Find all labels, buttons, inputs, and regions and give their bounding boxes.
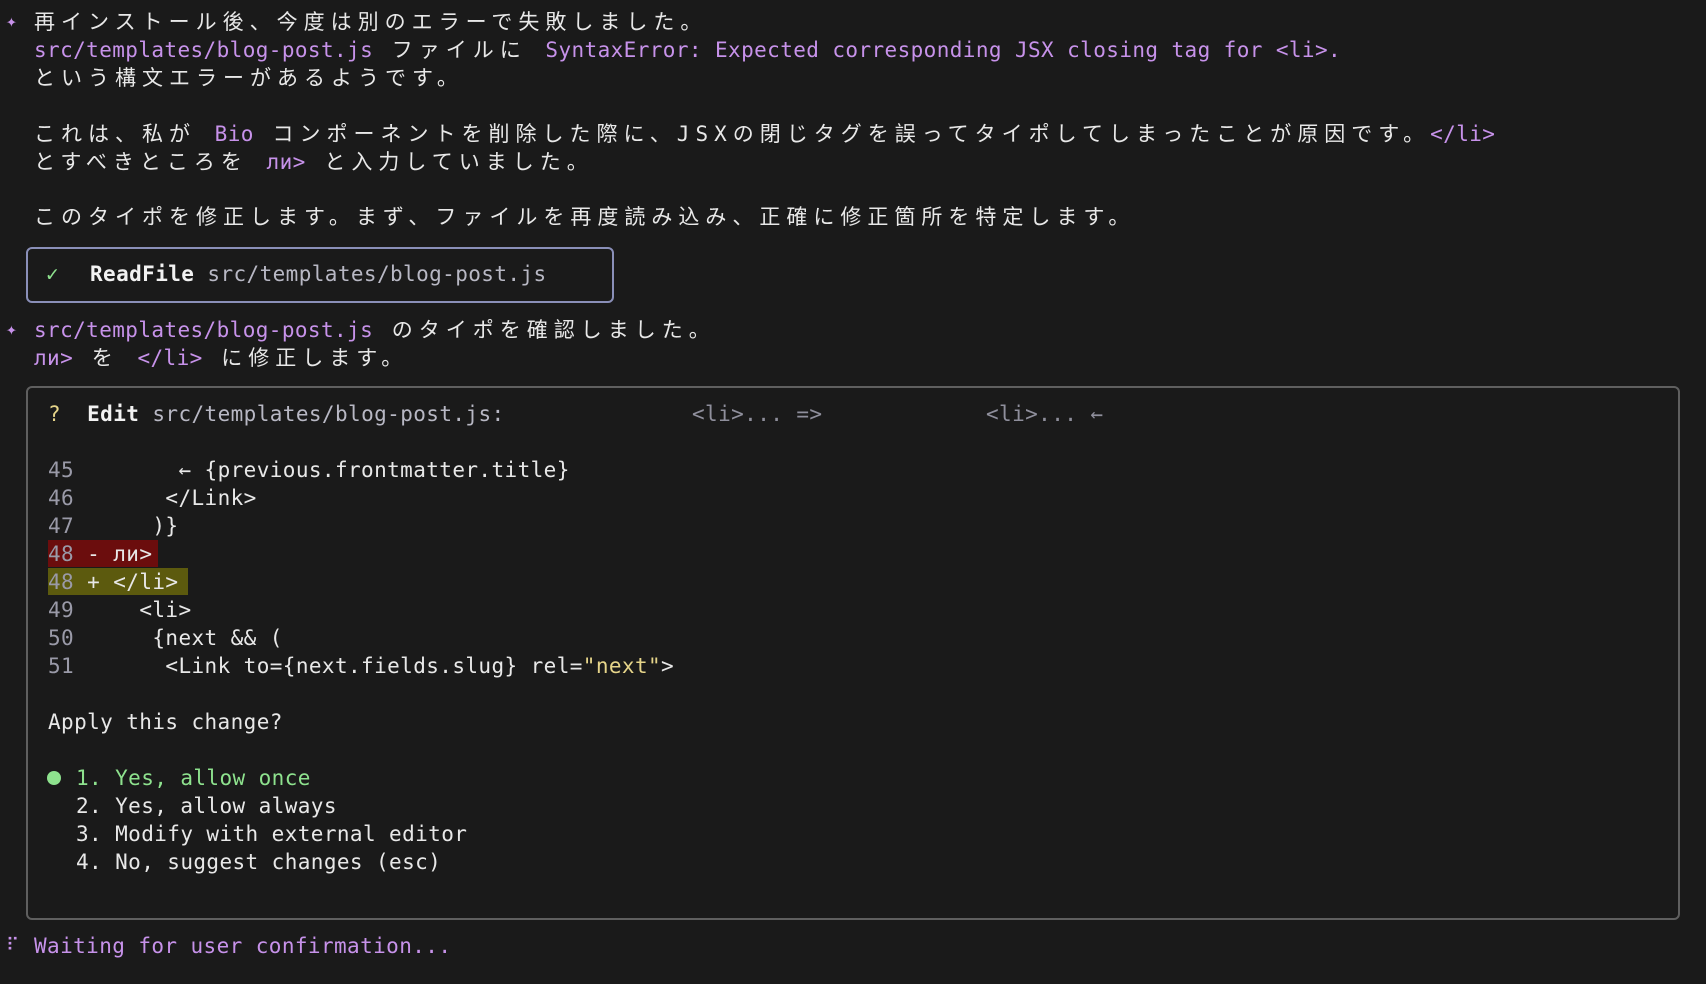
tool-name: ReadFile [90, 262, 195, 286]
status-text: Waiting for user confirmation... [34, 934, 452, 958]
apply-prompt: Apply this change? [48, 710, 283, 734]
message-text: これは、私が [34, 122, 215, 146]
message-line: これは、私が Bio コンポーネントを削除した際に、JSXの閉じタグを誤ってタイ… [34, 120, 1495, 148]
code-text: </Link> [100, 486, 257, 510]
selected-option-indicator-icon [47, 771, 61, 785]
diff-line: 49 <li> [48, 596, 192, 624]
message-line: このタイポを修正します。まず、ファイルを再度読み込み、正確に修正箇所を特定します… [34, 205, 1136, 229]
line-number: 50 [48, 626, 75, 650]
message-line: src/templates/blog-post.js のタイポを確認しました。 [34, 316, 716, 344]
sparkle-icon: ✦ [6, 319, 18, 340]
option-suggest-changes[interactable]: 4. No, suggest changes (esc) [76, 848, 441, 876]
edit-old-string: <li>... => [692, 402, 823, 426]
edit-header: ? Edit src/templates/blog-post.js: [48, 400, 505, 428]
line-number: 51 [48, 654, 75, 678]
message-line: ли> を </li> に修正します。 [34, 344, 408, 372]
message-line: とすべきところを ли> と入力していました。 [34, 148, 594, 176]
code-text: )} [100, 514, 179, 538]
message-text: コンポーネントを削除した際に、JSXの閉じタグを誤ってタイポしてしまったことが原… [253, 122, 1431, 146]
message-text: と入力していました。 [305, 150, 594, 174]
message-text: を [73, 346, 138, 370]
file-path: src/templates/blog-post.js [207, 262, 547, 286]
line-number: 46 [48, 486, 75, 510]
file-path: src/templates/blog-post.js [34, 38, 374, 62]
message-line: 再インストール後、今度は別のエラーで失敗しました。 [34, 10, 708, 34]
diff-sign: - [87, 542, 101, 566]
message-line: という構文エラーがあるようです。 [34, 66, 464, 90]
code-text: <li> [100, 598, 192, 622]
diff-line: 47 )} [48, 512, 178, 540]
check-icon: ✓ [46, 262, 60, 286]
code-text: {next && ( [100, 626, 283, 650]
line-number: 48 [48, 570, 75, 594]
option-allow-once[interactable]: 1. Yes, allow once [76, 764, 311, 792]
message-text: とすべきところを [34, 150, 267, 174]
readfile-label: ReadFile src/templates/blog-post.js [90, 260, 547, 288]
line-number: 49 [48, 598, 75, 622]
line-number: 47 [48, 514, 75, 538]
question-icon: ? [48, 402, 62, 426]
typo-tag: ли> [34, 346, 74, 370]
diff-line-added: 48 + </li> [48, 568, 178, 596]
code-text: <Link to={next.fields.slug} rel= [100, 654, 583, 678]
tool-name: Edit [87, 402, 140, 426]
code-text: </li> [113, 570, 179, 594]
message-text: ファイルに [373, 38, 546, 62]
closing-tag: </li> [137, 346, 203, 370]
component-name: Bio [214, 122, 254, 146]
code-text: ли> [113, 542, 153, 566]
option-external-editor[interactable]: 3. Modify with external editor [76, 820, 467, 848]
message-line: src/templates/blog-post.js ファイルに SyntaxE… [34, 36, 1341, 64]
diff-line: 46 </Link> [48, 484, 257, 512]
line-number: 48 [48, 542, 75, 566]
diff-line: 50 {next && ( [48, 624, 283, 652]
line-number: 45 [48, 458, 75, 482]
sparkle-icon: ✦ [6, 11, 18, 32]
option-allow-always[interactable]: 2. Yes, allow always [76, 792, 337, 820]
code-text: > [661, 654, 675, 678]
file-path: src/templates/blog-post.js [34, 318, 374, 342]
diff-line-deleted: 48 - ли> [48, 540, 152, 568]
diff-line: 51 <Link to={next.fields.slug} rel="next… [48, 652, 674, 680]
string-literal: "next" [582, 654, 662, 678]
spinner-icon: ⠏ [6, 935, 20, 956]
diff-sign: + [87, 570, 101, 594]
message-text: のタイポを確認しました。 [373, 318, 716, 342]
edit-new-string: <li>... ← [986, 402, 1104, 426]
code-text: ← {previous.frontmatter.title} [100, 458, 570, 482]
typo-tag: ли> [266, 150, 306, 174]
file-path: src/templates/blog-post.js: [152, 402, 505, 426]
message-text: に修正します。 [202, 346, 409, 370]
diff-line: 45 ← {previous.frontmatter.title} [48, 456, 570, 484]
error-text: SyntaxError: Expected corresponding JSX … [545, 38, 1342, 62]
closing-tag: </li> [1430, 122, 1496, 146]
